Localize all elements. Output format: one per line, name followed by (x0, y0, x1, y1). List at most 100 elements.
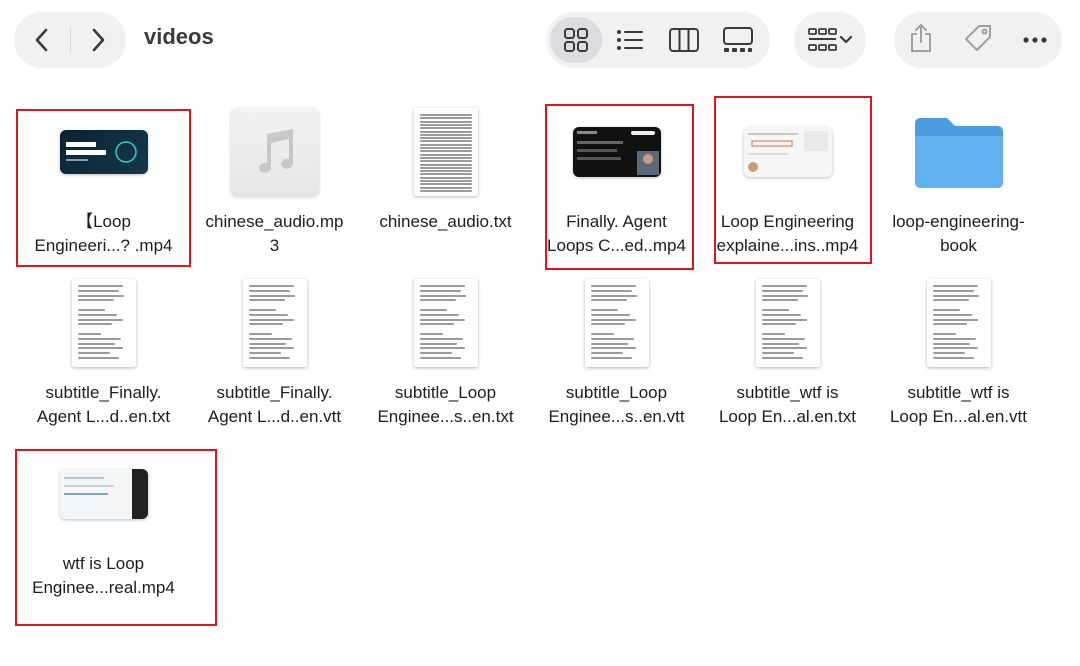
text-line (248, 313, 289, 316)
text-line (932, 294, 980, 297)
text-line (419, 323, 454, 326)
share-button[interactable] (908, 23, 934, 58)
highlight-box (545, 104, 694, 270)
back-button[interactable] (14, 12, 70, 68)
text-line (77, 313, 118, 316)
tag-button[interactable] (963, 23, 993, 58)
text-line (77, 323, 112, 326)
icon-view-button[interactable] (550, 17, 602, 63)
text-line (77, 357, 119, 359)
text-line (77, 318, 123, 321)
file-name: subtitle_wtf is Loop En...al.en.txt (718, 383, 857, 426)
text-line (419, 137, 472, 140)
file-name: chinese_audio.mp 3 (205, 212, 344, 255)
text-line (248, 337, 292, 340)
text-line (590, 313, 631, 316)
list-view-button[interactable] (604, 17, 656, 63)
file-thumbnail (889, 273, 1029, 373)
actions-group (894, 12, 1062, 68)
file-item[interactable]: subtitle_Loop Enginee...s..en.vtt (531, 267, 702, 437)
file-item[interactable]: subtitle_Loop Enginee...s..en.txt (360, 267, 531, 437)
file-thumbnail (376, 102, 516, 202)
text-line (932, 309, 960, 311)
group-by-button[interactable] (794, 12, 866, 68)
text-line (248, 285, 294, 287)
more-button[interactable] (1022, 31, 1048, 49)
chevron-left-icon (35, 28, 48, 52)
text-line (419, 173, 472, 176)
text-line (419, 153, 472, 156)
text-line (248, 299, 285, 302)
text-line (77, 333, 101, 335)
text-line (419, 143, 472, 146)
text-line (248, 347, 294, 350)
forward-button[interactable] (70, 12, 126, 68)
highlight-box (15, 449, 217, 626)
text-line (77, 347, 123, 350)
text-line (932, 313, 973, 316)
file-item[interactable]: subtitle_Finally. Agent L...d..en.vtt (189, 267, 360, 437)
text-line (419, 176, 472, 179)
text-line (590, 333, 614, 335)
text-line (932, 352, 965, 355)
text-line (419, 114, 472, 116)
text-line (419, 127, 472, 130)
list-view-icon (617, 30, 643, 50)
highlight-box (16, 109, 191, 267)
gallery-view-button[interactable] (712, 17, 764, 63)
text-line (932, 285, 978, 287)
text-line (419, 285, 465, 287)
text-line (419, 150, 472, 153)
text-line (419, 186, 472, 189)
text-line (419, 313, 460, 316)
file-item[interactable]: loop-engineering- book (873, 96, 1044, 266)
text-line (590, 323, 625, 326)
text-line (590, 285, 636, 287)
view-switcher (546, 12, 770, 68)
text-line (77, 342, 116, 345)
text-line (932, 342, 971, 345)
text-line (761, 347, 807, 350)
icon-view-icon (564, 28, 588, 52)
file-item[interactable]: subtitle_wtf is Loop En...al.en.txt (702, 267, 873, 437)
file-thumbnail (889, 102, 1029, 202)
text-line (419, 123, 472, 126)
text-line (761, 333, 785, 335)
highlight-box (714, 96, 872, 264)
file-thumbnail (34, 273, 174, 373)
text-line (761, 309, 789, 311)
text-document-thumbnail (242, 279, 307, 367)
text-line (932, 347, 978, 350)
window-title: videos (144, 24, 214, 49)
text-line (419, 170, 472, 173)
text-line (419, 117, 472, 120)
text-line (248, 357, 290, 359)
text-line (761, 342, 800, 345)
text-line (590, 294, 638, 297)
text-line (419, 160, 472, 163)
text-line (761, 318, 807, 321)
file-item[interactable]: chinese_audio.txt (360, 96, 531, 266)
file-thumbnail (205, 102, 345, 202)
file-thumbnail (547, 273, 687, 373)
text-line (248, 309, 276, 311)
text-line (932, 337, 976, 340)
file-item[interactable]: chinese_audio.mp 3 (189, 96, 360, 266)
text-line (248, 342, 287, 345)
file-item[interactable]: subtitle_wtf is Loop En...al.en.vtt (873, 267, 1044, 437)
column-view-button[interactable] (658, 17, 710, 63)
text-line (419, 294, 467, 297)
file-name: subtitle_Loop Enginee...s..en.txt (377, 383, 514, 426)
file-item[interactable]: subtitle_Finally. Agent L...d..en.txt (18, 267, 189, 437)
text-line (761, 289, 803, 292)
text-line (248, 323, 283, 326)
more-icon (1023, 37, 1047, 43)
audio-thumbnail (230, 108, 319, 196)
share-icon (911, 23, 932, 52)
file-name: chinese_audio.txt (379, 212, 512, 231)
text-document-thumbnail (413, 108, 478, 196)
navigation-buttons (14, 12, 126, 68)
text-line (761, 294, 809, 297)
text-document-thumbnail (755, 279, 820, 367)
text-document-thumbnail (71, 279, 136, 367)
